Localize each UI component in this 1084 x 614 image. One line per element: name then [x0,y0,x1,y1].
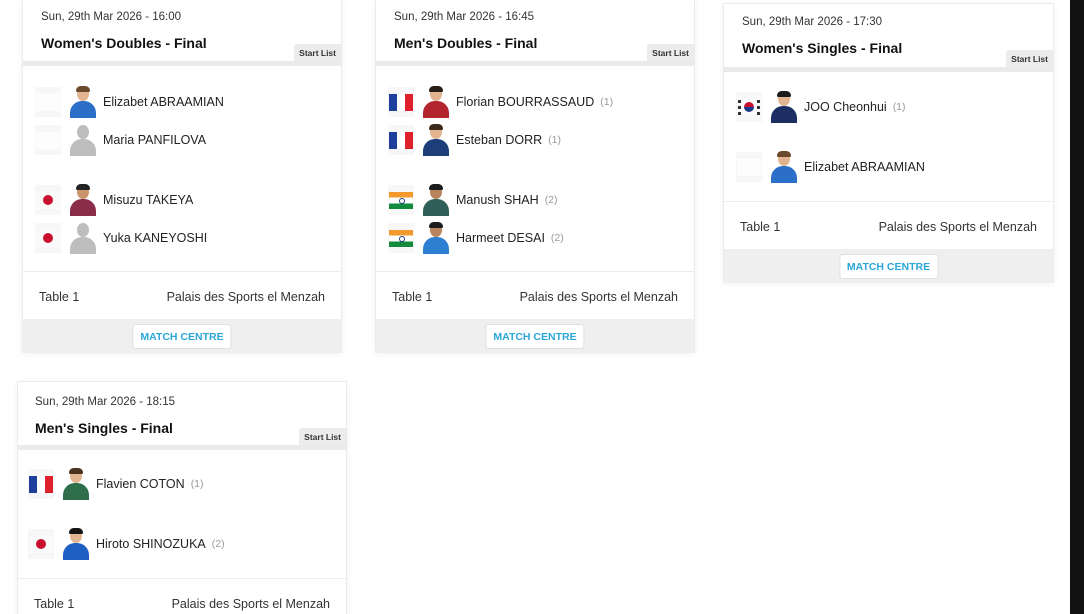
venue-label: Palais des Sports el Menzah [519,290,678,304]
table-label: Table 1 [392,290,433,304]
match-centre-button[interactable]: MATCH CENTRE [132,324,232,349]
player-name: Florian BOURRASSAUD [456,95,595,109]
match-footer: Table 1 Palais des Sports el Menzah [23,271,341,320]
match-centre-bar: MATCH CENTRE [724,249,1053,283]
player-avatar [770,151,798,183]
france-flag-icon [388,87,414,117]
player-seed: (1) [190,478,204,490]
player-seed: (1) [600,96,614,108]
match-centre-bar: MATCH CENTRE [376,319,694,353]
player-list: JOO Cheonhui (1) Elizabet ABRAAMIAN [724,72,1053,202]
start-list-button[interactable]: Start List [647,44,694,61]
india-flag-icon [388,223,414,253]
match-card: Sun, 29th Mar 2026 - 16:00 Women's Doubl… [22,0,342,353]
table-label: Table 1 [39,290,80,304]
player-avatar [69,86,97,118]
player-name: Esteban DORR [456,133,543,147]
player-avatar [422,86,450,118]
player-seed: (1) [548,134,561,146]
start-list-button[interactable]: Start List [294,44,341,61]
match-card: Sun, 29th Mar 2026 - 16:45 Men's Doubles… [375,0,695,353]
match-title: Women's Doubles - Final [41,35,207,51]
table-label: Table 1 [740,220,781,234]
flag-icon [35,87,61,117]
player-row[interactable]: Elizabet ABRAAMIAN [736,149,925,185]
match-card: Sun, 29th Mar 2026 - 18:15 Men's Singles… [17,381,347,614]
player-row[interactable]: Esteban DORR (1) [388,122,561,158]
match-date: Sun, 29th Mar 2026 - 17:30 [742,16,883,28]
player-avatar [62,528,90,560]
player-avatar [69,184,97,216]
player-row[interactable]: Harmeet DESAI (2) [388,220,564,256]
match-date: Sun, 29th Mar 2026 - 16:45 [394,11,535,23]
player-list: Elizabet ABRAAMIAN Maria PANFILOVA Misuz… [23,66,341,271]
start-list-button[interactable]: Start List [1006,50,1053,67]
player-avatar [422,184,450,216]
table-label: Table 1 [34,597,75,611]
player-name: Misuzu TAKEYA [103,193,194,207]
player-name: Manush SHAH [456,193,539,207]
player-name: JOO Cheonhui [804,100,887,114]
player-avatar [62,468,90,500]
france-flag-icon [28,469,54,499]
placeholder-avatar-icon [69,124,97,156]
player-seed: (1) [892,101,906,113]
flag-icon [35,125,61,155]
match-header: Sun, 29th Mar 2026 - 16:00 Women's Doubl… [23,0,341,61]
flag-icon [736,152,762,182]
player-name: Flavien COTON [96,477,185,491]
player-row[interactable]: JOO Cheonhui (1) [736,89,906,125]
match-title: Men's Doubles - Final [394,35,538,51]
match-date: Sun, 29th Mar 2026 - 16:00 [41,11,182,23]
match-centre-button[interactable]: MATCH CENTRE [838,254,939,279]
player-avatar [422,222,450,254]
player-name: Yuka KANEYOSHI [103,231,208,245]
player-list: Flavien COTON (1) Hiroto SHINOZUKA (2) [18,450,346,580]
player-seed: (2) [550,232,564,244]
player-name: Elizabet ABRAAMIAN [103,95,224,109]
player-row[interactable]: Manush SHAH (2) [388,182,558,218]
schedule-page: Sun, 29th Mar 2026 - 16:00 Women's Doubl… [0,0,1084,614]
player-avatar [422,124,450,156]
start-list-button[interactable]: Start List [299,428,346,445]
match-title: Women's Singles - Final [742,40,903,56]
player-seed: (2) [211,538,225,550]
player-name: Harmeet DESAI [456,231,545,245]
match-header: Sun, 29th Mar 2026 - 18:15 Men's Singles… [18,382,346,445]
player-name: Maria PANFILOVA [103,133,207,147]
match-centre-button[interactable]: MATCH CENTRE [485,324,585,349]
match-header: Sun, 29th Mar 2026 - 16:45 Men's Doubles… [376,0,694,61]
window-edge [1070,0,1084,614]
player-row[interactable]: Hiroto SHINOZUKA (2) [28,526,225,562]
player-name: Hiroto SHINOZUKA [96,537,206,551]
japan-flag-icon [28,529,54,559]
france-flag-icon [388,125,414,155]
player-row[interactable]: Flavien COTON (1) [28,466,204,502]
match-footer: Table 1 Palais des Sports el Menzah [18,578,346,614]
player-list: Florian BOURRASSAUD (1) Esteban DORR (1)… [376,66,694,271]
player-row[interactable]: Elizabet ABRAAMIAN [35,84,224,120]
match-footer: Table 1 Palais des Sports el Menzah [724,201,1053,250]
match-centre-bar: MATCH CENTRE [23,319,341,353]
india-flag-icon [388,185,414,215]
japan-flag-icon [35,185,61,215]
venue-label: Palais des Sports el Menzah [878,220,1037,234]
match-date: Sun, 29th Mar 2026 - 18:15 [35,396,176,408]
player-avatar [770,91,798,123]
match-header: Sun, 29th Mar 2026 - 17:30 Women's Singl… [724,4,1053,67]
player-row[interactable]: Misuzu TAKEYA [35,182,193,218]
player-seed: (2) [544,194,558,206]
venue-label: Palais des Sports el Menzah [166,290,325,304]
match-card: Sun, 29th Mar 2026 - 17:30 Women's Singl… [723,3,1054,283]
venue-label: Palais des Sports el Menzah [171,597,330,611]
player-row[interactable]: Yuka KANEYOSHI [35,220,207,256]
player-row[interactable]: Maria PANFILOVA [35,122,206,158]
placeholder-avatar-icon [69,222,97,254]
player-row[interactable]: Florian BOURRASSAUD (1) [388,84,613,120]
match-footer: Table 1 Palais des Sports el Menzah [376,271,694,320]
korea-flag-icon [736,92,762,122]
player-name: Elizabet ABRAAMIAN [804,160,925,174]
japan-flag-icon [35,223,61,253]
match-title: Men's Singles - Final [35,420,173,436]
